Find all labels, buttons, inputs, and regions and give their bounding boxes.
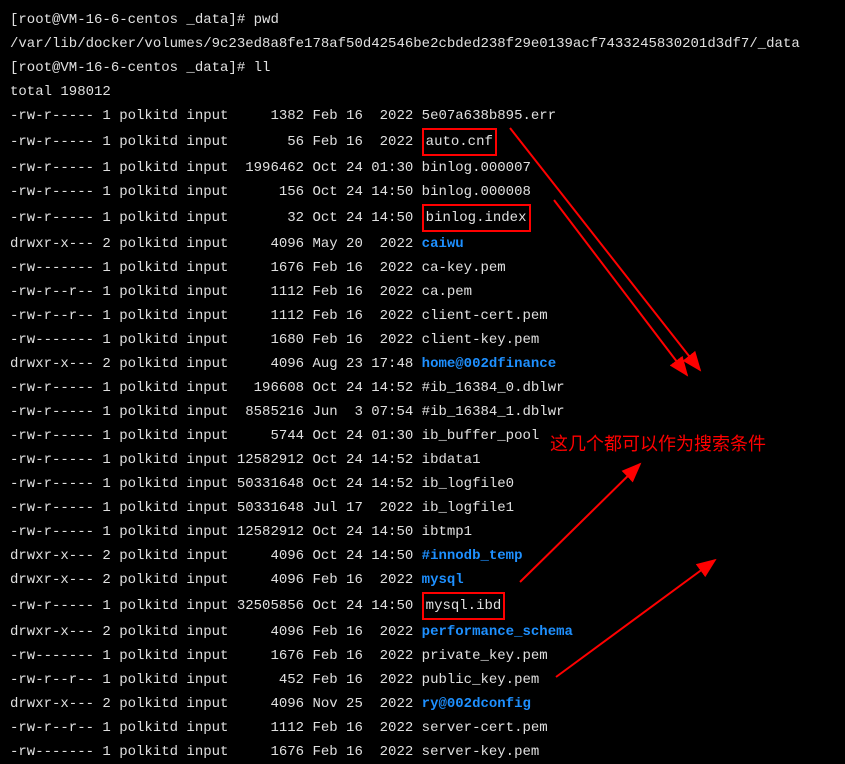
file-row: -rw-r----- 1 polkitd input 32505856 Oct … bbox=[10, 592, 835, 620]
file-row: -rw-r--r-- 1 polkitd input 1112 Feb 16 2… bbox=[10, 280, 835, 304]
file-row: -rw------- 1 polkitd input 1676 Feb 16 2… bbox=[10, 644, 835, 668]
file-name: ibtmp1 bbox=[422, 524, 472, 540]
file-meta: -rw-r----- 1 polkitd input 32 Oct 24 14:… bbox=[10, 210, 422, 226]
file-row: -rw-r----- 1 polkitd input 1996462 Oct 2… bbox=[10, 156, 835, 180]
file-row: -rw-r----- 1 polkitd input 50331648 Oct … bbox=[10, 472, 835, 496]
prompt-line-2: [root@VM-16-6-centos _data]# ll bbox=[10, 56, 835, 80]
file-row: drwxr-x--- 2 polkitd input 4096 Aug 23 1… bbox=[10, 352, 835, 376]
file-name: ca.pem bbox=[422, 284, 472, 300]
file-meta: drwxr-x--- 2 polkitd input 4096 Aug 23 1… bbox=[10, 356, 422, 372]
file-meta: -rw-r--r-- 1 polkitd input 1112 Feb 16 2… bbox=[10, 284, 422, 300]
pwd-output: /var/lib/docker/volumes/9c23ed8a8fe178af… bbox=[10, 32, 835, 56]
file-meta: -rw------- 1 polkitd input 1676 Feb 16 2… bbox=[10, 744, 422, 760]
file-name: home@002dfinance bbox=[422, 356, 556, 372]
file-meta: -rw-r----- 1 polkitd input 50331648 Jul … bbox=[10, 500, 422, 516]
file-meta: -rw------- 1 polkitd input 1676 Feb 16 2… bbox=[10, 648, 422, 664]
file-row: -rw-r--r-- 1 polkitd input 1112 Feb 16 2… bbox=[10, 304, 835, 328]
file-name: #innodb_temp bbox=[422, 548, 523, 564]
file-row: -rw-r----- 1 polkitd input 156 Oct 24 14… bbox=[10, 180, 835, 204]
file-row: drwxr-x--- 2 polkitd input 4096 Feb 16 2… bbox=[10, 568, 835, 592]
prompt-line-1: [root@VM-16-6-centos _data]# pwd bbox=[10, 8, 835, 32]
file-name: public_key.pem bbox=[422, 672, 540, 688]
file-row: -rw-r--r-- 1 polkitd input 452 Feb 16 20… bbox=[10, 668, 835, 692]
file-name: ib_buffer_pool bbox=[422, 428, 540, 444]
file-name: client-key.pem bbox=[422, 332, 540, 348]
file-name: #ib_16384_0.dblwr bbox=[422, 380, 565, 396]
file-meta: drwxr-x--- 2 polkitd input 4096 Oct 24 1… bbox=[10, 548, 422, 564]
file-row: drwxr-x--- 2 polkitd input 4096 May 20 2… bbox=[10, 232, 835, 256]
file-meta: -rw-r----- 1 polkitd input 32505856 Oct … bbox=[10, 598, 422, 614]
file-meta: -rw-r----- 1 polkitd input 50331648 Oct … bbox=[10, 476, 422, 492]
command-pwd: pwd bbox=[254, 12, 279, 28]
file-meta: drwxr-x--- 2 polkitd input 4096 Feb 16 2… bbox=[10, 572, 422, 588]
file-meta: -rw-r--r-- 1 polkitd input 452 Feb 16 20… bbox=[10, 672, 422, 688]
file-row: -rw-r--r-- 1 polkitd input 1112 Feb 16 2… bbox=[10, 716, 835, 740]
file-name: mysql.ibd bbox=[422, 592, 506, 620]
file-meta: -rw------- 1 polkitd input 1680 Feb 16 2… bbox=[10, 332, 422, 348]
file-name: ibdata1 bbox=[422, 452, 481, 468]
file-row: -rw-r----- 1 polkitd input 196608 Oct 24… bbox=[10, 376, 835, 400]
file-name: performance_schema bbox=[422, 624, 573, 640]
file-meta: -rw-r--r-- 1 polkitd input 1112 Feb 16 2… bbox=[10, 720, 422, 736]
file-name: binlog.000008 bbox=[422, 184, 531, 200]
file-row: -rw------- 1 polkitd input 1676 Feb 16 2… bbox=[10, 740, 835, 764]
total-line: total 198012 bbox=[10, 80, 835, 104]
file-meta: -rw-r----- 1 polkitd input 5744 Oct 24 0… bbox=[10, 428, 422, 444]
file-meta: -rw-r----- 1 polkitd input 12582912 Oct … bbox=[10, 524, 422, 540]
file-row: -rw-r----- 1 polkitd input 8585216 Jun 3… bbox=[10, 400, 835, 424]
annotation-text: 这几个都可以作为搜索条件 bbox=[550, 432, 766, 456]
file-name: client-cert.pem bbox=[422, 308, 548, 324]
file-name: server-cert.pem bbox=[422, 720, 548, 736]
file-meta: -rw-r----- 1 polkitd input 8585216 Jun 3… bbox=[10, 404, 422, 420]
command-ll: ll bbox=[254, 60, 271, 76]
file-name: private_key.pem bbox=[422, 648, 548, 664]
file-row: -rw-r----- 1 polkitd input 56 Feb 16 202… bbox=[10, 128, 835, 156]
file-meta: -rw-r----- 1 polkitd input 56 Feb 16 202… bbox=[10, 134, 422, 150]
file-row: -rw-r----- 1 polkitd input 32 Oct 24 14:… bbox=[10, 204, 835, 232]
file-name: binlog.index bbox=[422, 204, 531, 232]
file-name: 5e07a638b895.err bbox=[422, 108, 556, 124]
file-meta: -rw------- 1 polkitd input 1676 Feb 16 2… bbox=[10, 260, 422, 276]
file-row: drwxr-x--- 2 polkitd input 4096 Nov 25 2… bbox=[10, 692, 835, 716]
file-meta: -rw-r--r-- 1 polkitd input 1112 Feb 16 2… bbox=[10, 308, 422, 324]
file-name: ib_logfile0 bbox=[422, 476, 514, 492]
file-meta: drwxr-x--- 2 polkitd input 4096 Feb 16 2… bbox=[10, 624, 422, 640]
file-row: drwxr-x--- 2 polkitd input 4096 Oct 24 1… bbox=[10, 544, 835, 568]
file-row: -rw-r----- 1 polkitd input 1382 Feb 16 2… bbox=[10, 104, 835, 128]
file-name: auto.cnf bbox=[422, 128, 497, 156]
file-name: ry@002dconfig bbox=[422, 696, 531, 712]
file-meta: -rw-r----- 1 polkitd input 12582912 Oct … bbox=[10, 452, 422, 468]
file-meta: -rw-r----- 1 polkitd input 1996462 Oct 2… bbox=[10, 160, 422, 176]
file-name: caiwu bbox=[422, 236, 464, 252]
file-name: server-key.pem bbox=[422, 744, 540, 760]
file-row: -rw------- 1 polkitd input 1676 Feb 16 2… bbox=[10, 256, 835, 280]
file-meta: -rw-r----- 1 polkitd input 196608 Oct 24… bbox=[10, 380, 422, 396]
file-meta: drwxr-x--- 2 polkitd input 4096 May 20 2… bbox=[10, 236, 422, 252]
file-row: -rw------- 1 polkitd input 1680 Feb 16 2… bbox=[10, 328, 835, 352]
file-name: ib_logfile1 bbox=[422, 500, 514, 516]
file-name: mysql bbox=[422, 572, 464, 588]
file-row: -rw-r----- 1 polkitd input 50331648 Jul … bbox=[10, 496, 835, 520]
file-name: ca-key.pem bbox=[422, 260, 506, 276]
file-meta: -rw-r----- 1 polkitd input 1382 Feb 16 2… bbox=[10, 108, 422, 124]
file-name: binlog.000007 bbox=[422, 160, 531, 176]
file-meta: drwxr-x--- 2 polkitd input 4096 Nov 25 2… bbox=[10, 696, 422, 712]
file-row: -rw-r----- 1 polkitd input 12582912 Oct … bbox=[10, 520, 835, 544]
file-row: drwxr-x--- 2 polkitd input 4096 Feb 16 2… bbox=[10, 620, 835, 644]
shell-prompt: [root@VM-16-6-centos _data]# bbox=[10, 12, 254, 28]
file-name: #ib_16384_1.dblwr bbox=[422, 404, 565, 420]
shell-prompt: [root@VM-16-6-centos _data]# bbox=[10, 60, 254, 76]
file-meta: -rw-r----- 1 polkitd input 156 Oct 24 14… bbox=[10, 184, 422, 200]
